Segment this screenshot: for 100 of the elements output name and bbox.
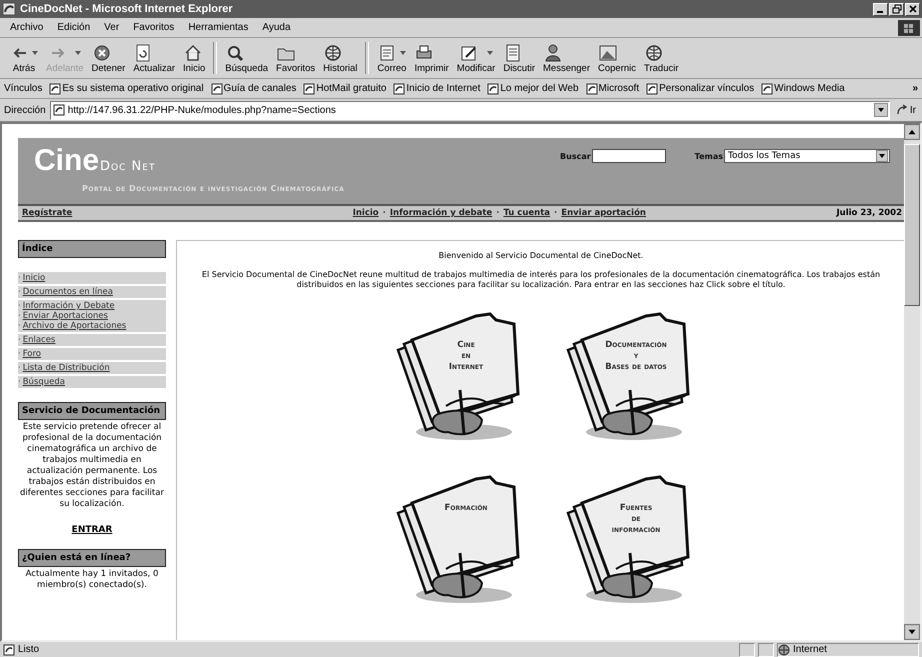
toolbar-button[interactable]: Detener	[88, 42, 130, 74]
status-pane	[739, 642, 755, 656]
service-description: Este servicio pretende ofrecer al profesional de la documentación cinematográfica un archivo de trabajos multimedia en actualización permanente. Los trabajos están distribuidos en diferentes secciones para facilitar su localización.	[19, 422, 165, 510]
link-button[interactable]: Lo mejor del Web	[487, 82, 579, 94]
sidebar-link[interactable]: Búsqueda	[22, 377, 65, 387]
logo-title: Cine	[34, 144, 100, 178]
tagline: Portal de Documentación e investigación Cinematográfica	[82, 184, 344, 193]
scroll-up-icon[interactable]	[904, 124, 920, 140]
address-label: Dirección	[4, 104, 46, 116]
link-button[interactable]: HotMail gratuito	[303, 82, 386, 94]
menu-item[interactable]: Edición	[57, 22, 90, 33]
menu-item[interactable]: Archivo	[10, 22, 44, 33]
toolbar-button[interactable]: Actualizar	[129, 42, 180, 74]
sidebar-link[interactable]: Enviar Aportaciones	[22, 311, 108, 321]
toolbar-button[interactable]: Búsqueda	[221, 42, 272, 74]
toolbar-button[interactable]: Messenger	[539, 42, 594, 74]
link-button[interactable]: Es su sistema operativo original	[49, 82, 204, 94]
house-icon	[183, 42, 204, 62]
bullet-dot: ·	[18, 287, 21, 297]
scroll-down-icon[interactable]	[904, 624, 920, 640]
online-status-text: Actualmente hay 1 invitados, 0 miembro(s) conectado(s).	[24, 569, 160, 591]
link-button[interactable]: Guía de canales	[210, 82, 296, 94]
section-title[interactable]: Formación	[416, 503, 516, 514]
menu-item[interactable]: Favoritos	[133, 22, 174, 33]
nav-link[interactable]: Tu cuenta	[503, 208, 550, 218]
caret-icon[interactable]	[32, 50, 38, 54]
go-button[interactable]: Ir	[894, 104, 918, 116]
toolbar-button[interactable]: Favoritos	[272, 42, 320, 74]
separator-dot: ·	[554, 208, 558, 218]
nav-link[interactable]: Información y debate	[390, 208, 492, 218]
toolbar-button[interactable]: Correo	[373, 42, 410, 74]
toolbar-button[interactable]: Traducir	[640, 42, 683, 74]
sidebar-link[interactable]: Lista de Distribución	[22, 363, 110, 373]
close-icon	[908, 4, 918, 14]
bullet-dot: ·	[18, 321, 21, 331]
go-arrow-icon	[896, 104, 908, 116]
bullet-dot: ·	[18, 273, 21, 283]
more-links-button[interactable]: »	[912, 83, 918, 94]
sidebar-link[interactable]: Archivo de Aportaciones	[22, 321, 126, 331]
search-label: Buscar	[560, 152, 591, 160]
sidebar-link[interactable]: Foro	[22, 349, 41, 359]
address-field[interactable]: http://147.96.31.22/PHP-Nuke/modules.php?name=Sections	[50, 100, 890, 120]
globe-icon	[644, 42, 664, 62]
page-icon	[210, 82, 223, 94]
link-button[interactable]: Windows Media	[761, 82, 845, 94]
toolbar-button[interactable]: Discutir	[499, 42, 539, 74]
menu-item[interactable]: Ver	[104, 22, 120, 33]
toolbar-button[interactable]: Copernic	[594, 42, 640, 74]
minimize-button[interactable]	[873, 2, 888, 16]
link-button[interactable]: Inicio de Internet	[393, 82, 480, 94]
sidebar-link[interactable]: Información y Debate	[22, 301, 115, 311]
window-title: CineDocNet - Microsoft Internet Explorer	[20, 3, 234, 15]
toolbar-button[interactable]: Inicio	[179, 42, 210, 74]
page-icon	[586, 82, 598, 94]
caret-icon[interactable]	[400, 50, 406, 54]
minimize-icon	[876, 11, 882, 13]
bullet-dot: ·	[18, 363, 21, 373]
maximize-button[interactable]	[889, 2, 904, 16]
page-icon	[393, 82, 406, 94]
register-link[interactable]: Regístrate	[22, 208, 72, 218]
vertical-scrollbar[interactable]	[904, 124, 920, 640]
block-title: Índice	[18, 240, 166, 258]
toolbar-button[interactable]: Imprimir	[410, 42, 453, 74]
sidebar-link[interactable]: Inicio	[22, 273, 46, 283]
bullet-dot: ·	[18, 335, 21, 345]
zone-text: Internet	[793, 644, 828, 655]
bullet-dot: ·	[18, 301, 21, 311]
separator-dot: ·	[496, 208, 500, 218]
close-button[interactable]	[905, 2, 920, 16]
page-icon	[303, 82, 316, 94]
topics-dropdown[interactable]: Todos los Temas	[724, 149, 890, 163]
topics-label: Temas	[694, 152, 723, 160]
toolbar-button[interactable]: Historial	[319, 42, 362, 74]
bullet-dot: ·	[18, 311, 21, 321]
page-icon	[49, 82, 62, 94]
sidebar-link[interactable]: Enlaces	[22, 335, 56, 345]
page-icon	[52, 104, 65, 116]
status-pane	[758, 642, 774, 656]
nav-link[interactable]: Enviar aportación	[561, 208, 646, 218]
logo-subtitle: Doc Net	[100, 159, 156, 174]
welcome-text: Bienvenido al Servicio Documental de CineDocNet.	[438, 251, 644, 260]
nav-link[interactable]: Inicio	[352, 208, 379, 218]
caret-icon[interactable]	[486, 50, 493, 54]
toolbar-button[interactable]: Atrás	[6, 42, 42, 74]
search-field[interactable]	[592, 149, 666, 163]
date-text: Julio 23, 2002	[836, 208, 902, 218]
scrollbar-thumb[interactable]	[904, 144, 920, 306]
block-title: ¿Quien está en línea?	[18, 549, 166, 567]
enter-link[interactable]: ENTRAR	[72, 525, 112, 535]
sidebar-link[interactable]: Documentos en línea	[22, 287, 113, 297]
status-text: Listo	[18, 644, 40, 655]
toolbar-button[interactable]: Modificar	[452, 42, 500, 74]
menu-item[interactable]: Herramientas	[188, 22, 248, 33]
link-button[interactable]: Microsoft	[586, 82, 640, 94]
bullet-dot: ·	[18, 377, 21, 387]
links-label: Vínculos	[4, 83, 42, 94]
image-icon	[598, 42, 618, 62]
menu-item[interactable]: Ayuda	[262, 22, 291, 33]
link-button[interactable]: Personalizar vínculos	[646, 82, 754, 94]
stop-icon	[92, 42, 112, 62]
